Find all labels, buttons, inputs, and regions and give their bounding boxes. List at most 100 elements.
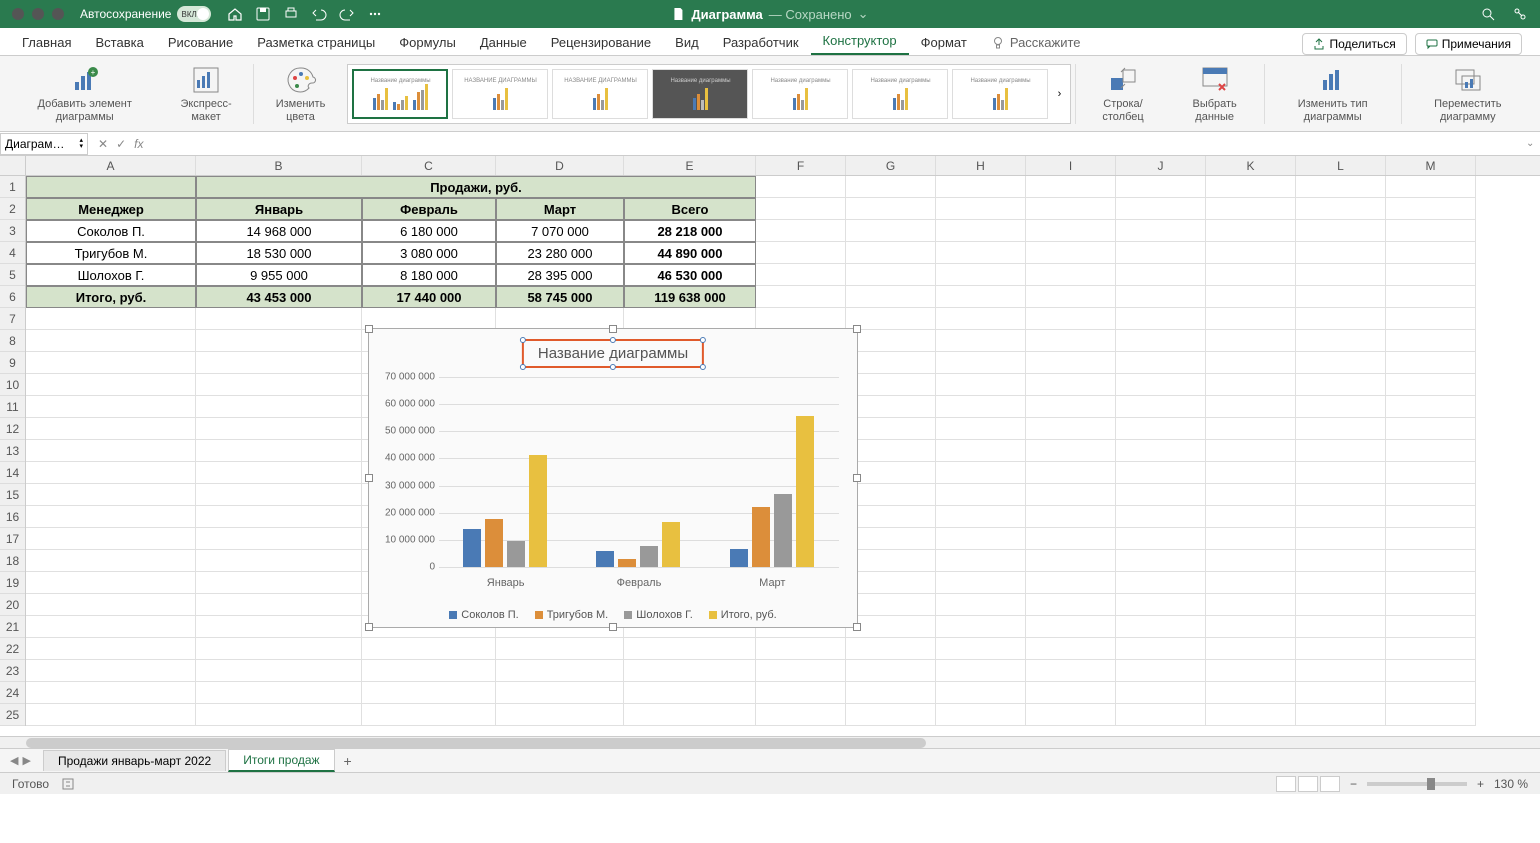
- cell[interactable]: [624, 638, 756, 660]
- cell[interactable]: [1206, 286, 1296, 308]
- row-header[interactable]: 3: [0, 220, 25, 242]
- change-colors-button[interactable]: Изменить цвета: [258, 60, 344, 127]
- chart-style-5[interactable]: Название диаграммы: [752, 69, 848, 119]
- share-button[interactable]: Поделиться: [1302, 33, 1406, 55]
- cell[interactable]: [1026, 506, 1116, 528]
- column-header[interactable]: M: [1386, 156, 1476, 175]
- row-header[interactable]: 11: [0, 396, 25, 418]
- cell[interactable]: [1116, 550, 1206, 572]
- cell[interactable]: [1386, 572, 1476, 594]
- horizontal-scrollbar[interactable]: [0, 736, 1540, 748]
- cell[interactable]: [196, 484, 362, 506]
- cell[interactable]: [26, 616, 196, 638]
- cell[interactable]: [1296, 286, 1386, 308]
- cell[interactable]: [1386, 220, 1476, 242]
- column-header[interactable]: F: [756, 156, 846, 175]
- cell[interactable]: [26, 352, 196, 374]
- cell[interactable]: [936, 242, 1026, 264]
- cell[interactable]: [624, 682, 756, 704]
- cell[interactable]: [1026, 330, 1116, 352]
- row-header[interactable]: 19: [0, 572, 25, 594]
- confirm-formula-icon[interactable]: ✓: [116, 137, 126, 151]
- cell[interactable]: [26, 506, 196, 528]
- cell[interactable]: [196, 440, 362, 462]
- column-header[interactable]: L: [1296, 156, 1386, 175]
- cell[interactable]: [1296, 594, 1386, 616]
- chart-style-3[interactable]: НАЗВАНИЕ ДИАГРАММЫ: [552, 69, 648, 119]
- cell[interactable]: 8 180 000: [362, 264, 496, 286]
- cell[interactable]: [26, 462, 196, 484]
- cell[interactable]: [1116, 242, 1206, 264]
- cell[interactable]: [846, 528, 936, 550]
- cell[interactable]: 7 070 000: [496, 220, 624, 242]
- cell[interactable]: [1026, 528, 1116, 550]
- cell[interactable]: [1116, 572, 1206, 594]
- cell[interactable]: [196, 418, 362, 440]
- row-header[interactable]: 10: [0, 374, 25, 396]
- cell[interactable]: [362, 704, 496, 726]
- cell[interactable]: [846, 594, 936, 616]
- cell[interactable]: [1026, 308, 1116, 330]
- cell[interactable]: [196, 638, 362, 660]
- cell[interactable]: [1026, 220, 1116, 242]
- cell[interactable]: [1296, 308, 1386, 330]
- row-header[interactable]: 7: [0, 308, 25, 330]
- cell[interactable]: [1386, 616, 1476, 638]
- column-header[interactable]: A: [26, 156, 196, 175]
- select-data-button[interactable]: Выбрать данные: [1170, 60, 1260, 127]
- cell[interactable]: [1206, 616, 1296, 638]
- zoom-slider[interactable]: [1367, 782, 1467, 786]
- cell[interactable]: [1206, 682, 1296, 704]
- cell[interactable]: [1386, 550, 1476, 572]
- cell[interactable]: [1206, 220, 1296, 242]
- cell[interactable]: [1116, 198, 1206, 220]
- cell[interactable]: [846, 550, 936, 572]
- cell[interactable]: [26, 440, 196, 462]
- cell[interactable]: [1026, 396, 1116, 418]
- cell[interactable]: [846, 638, 936, 660]
- column-header[interactable]: E: [624, 156, 756, 175]
- cell[interactable]: [936, 484, 1026, 506]
- cell[interactable]: [846, 176, 936, 198]
- cell[interactable]: [1116, 660, 1206, 682]
- cell[interactable]: [496, 660, 624, 682]
- row-header[interactable]: 16: [0, 506, 25, 528]
- cell[interactable]: [1206, 704, 1296, 726]
- cell[interactable]: [1026, 616, 1116, 638]
- cell[interactable]: [624, 660, 756, 682]
- cell[interactable]: [1206, 572, 1296, 594]
- cell[interactable]: [1116, 374, 1206, 396]
- cell[interactable]: [1206, 352, 1296, 374]
- cell[interactable]: [496, 308, 624, 330]
- window-controls[interactable]: [12, 8, 64, 20]
- row-header[interactable]: 5: [0, 264, 25, 286]
- cancel-formula-icon[interactable]: ✕: [98, 137, 108, 151]
- chevron-down-icon[interactable]: ⌄: [858, 6, 869, 22]
- cell[interactable]: [362, 660, 496, 682]
- cell[interactable]: [1026, 704, 1116, 726]
- chart-style-4[interactable]: Название диаграммы: [652, 69, 748, 119]
- cell[interactable]: [26, 660, 196, 682]
- cell[interactable]: [26, 330, 196, 352]
- cell[interactable]: Шолохов Г.: [26, 264, 196, 286]
- tab-review[interactable]: Рецензирование: [539, 30, 663, 55]
- cell[interactable]: [26, 594, 196, 616]
- zoom-in-button[interactable]: +: [1477, 777, 1484, 791]
- cell[interactable]: [1116, 682, 1206, 704]
- cell[interactable]: [26, 572, 196, 594]
- cell[interactable]: [196, 704, 362, 726]
- add-chart-element-button[interactable]: + Добавить элемент диаграммы: [10, 60, 159, 127]
- print-icon[interactable]: [283, 6, 299, 22]
- cell[interactable]: 14 968 000: [196, 220, 362, 242]
- cell[interactable]: [1026, 550, 1116, 572]
- resize-handle[interactable]: [609, 325, 617, 333]
- cell[interactable]: [756, 220, 846, 242]
- cell[interactable]: [1026, 286, 1116, 308]
- cell[interactable]: [1386, 374, 1476, 396]
- row-header[interactable]: 13: [0, 440, 25, 462]
- cell[interactable]: 28 218 000: [624, 220, 756, 242]
- tab-layout[interactable]: Разметка страницы: [245, 30, 387, 55]
- tab-formulas[interactable]: Формулы: [387, 30, 468, 55]
- resize-handle[interactable]: [365, 623, 373, 631]
- cell[interactable]: [1026, 484, 1116, 506]
